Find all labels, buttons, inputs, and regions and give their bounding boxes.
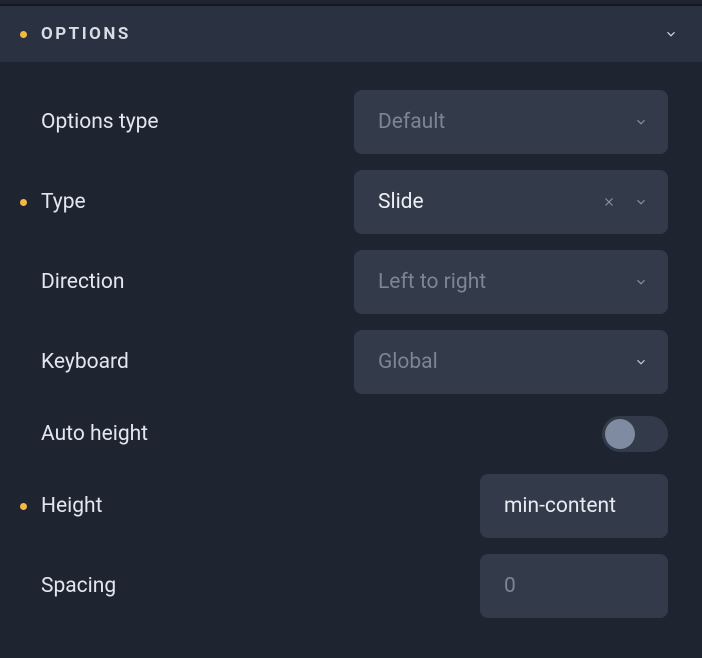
modified-dot-icon: [20, 199, 27, 206]
chevron-down-icon: [664, 27, 678, 41]
select-type[interactable]: Slide: [354, 170, 668, 234]
row-auto-height: Auto height: [20, 402, 668, 466]
label-direction: Direction: [41, 270, 125, 294]
select-keyboard[interactable]: Global: [354, 330, 668, 394]
select-value-type: Slide: [378, 190, 424, 214]
section-title: OPTIONS: [41, 24, 131, 44]
row-direction: Direction Left to right: [20, 242, 668, 322]
chevron-down-icon: [632, 353, 650, 371]
row-type: Type Slide: [20, 162, 668, 242]
select-direction[interactable]: Left to right: [354, 250, 668, 314]
label-height: Height: [41, 494, 102, 518]
row-options-type: Options type Default: [20, 82, 668, 162]
row-keyboard: Keyboard Global: [20, 322, 668, 402]
options-section-header[interactable]: OPTIONS: [0, 4, 702, 62]
row-spacing: Spacing 0: [20, 546, 668, 626]
modified-dot-icon: [20, 31, 27, 38]
options-section-body: Options type Default Type: [0, 62, 702, 646]
input-placeholder-spacing: 0: [504, 574, 516, 598]
input-value-height: min-content: [504, 494, 616, 518]
label-spacing: Spacing: [41, 574, 116, 598]
label-type: Type: [41, 190, 86, 214]
select-value-options-type: Default: [378, 110, 445, 134]
row-height: Height min-content: [20, 466, 668, 546]
chevron-down-icon: [632, 193, 650, 211]
label-options-type: Options type: [41, 110, 159, 134]
toggle-knob: [605, 419, 635, 449]
input-spacing[interactable]: 0: [480, 554, 668, 618]
label-keyboard: Keyboard: [41, 350, 129, 374]
select-value-keyboard: Global: [378, 350, 438, 374]
modified-dot-icon: [20, 503, 27, 510]
chevron-down-icon: [632, 273, 650, 291]
input-height[interactable]: min-content: [480, 474, 668, 538]
toggle-auto-height[interactable]: [602, 416, 668, 452]
select-options-type[interactable]: Default: [354, 90, 668, 154]
close-icon[interactable]: [600, 193, 618, 211]
chevron-down-icon: [632, 113, 650, 131]
label-auto-height: Auto height: [41, 422, 148, 446]
select-value-direction: Left to right: [378, 270, 486, 294]
